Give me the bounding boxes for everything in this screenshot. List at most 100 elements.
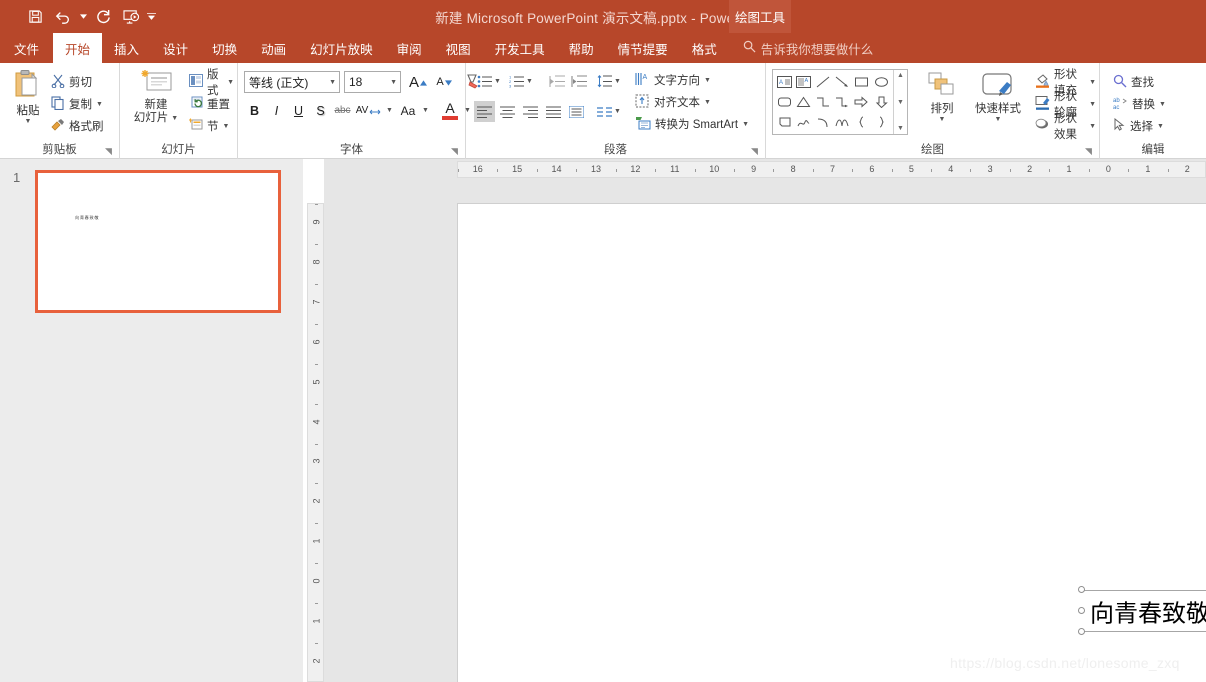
format-painter-button[interactable]: 格式刷 [48,115,107,137]
paste-dropdown-icon[interactable]: ▼ [25,118,32,125]
tab-help[interactable]: 帮助 [557,33,606,63]
tell-me-search[interactable]: 告诉我你想要做什么 [729,33,873,63]
shape-right-arrow-icon[interactable] [852,92,871,112]
quick-styles-dropdown-icon[interactable]: ▼ [995,116,1002,123]
horizontal-ruler[interactable]: 16 15 14 13 12 11 10 9 8 7 6 5 4 3 2 1 0 1 2 [457,161,1206,178]
align-right-button[interactable] [520,101,541,122]
shape-left-brace-icon[interactable] [852,112,871,132]
section-dropdown-icon[interactable]: ▼ [223,123,230,130]
new-slide-button[interactable]: 新建 幻灯片 ▼ [128,69,184,125]
shape-effects-button[interactable]: 形状效果 ▼ [1032,113,1099,141]
line-spacing-button[interactable] [594,71,616,92]
shape-elbow-arrow-icon[interactable] [833,92,852,112]
tab-view[interactable]: 视图 [434,33,483,63]
resize-handle-middle-left[interactable] [1078,607,1085,614]
arrange-dropdown-icon[interactable]: ▼ [939,116,946,123]
shape-folded-corner-icon[interactable] [775,112,794,132]
tab-review[interactable]: 审阅 [385,33,434,63]
shapes-gallery-scrollbar[interactable]: ▲ ▼ ▼ [893,70,907,134]
distribute-button[interactable] [566,101,587,122]
decrease-indent-button[interactable] [546,71,568,92]
bullets-dropdown-icon[interactable]: ▼ [494,78,501,85]
tab-file[interactable]: 文件 [0,33,53,63]
shape-oval-icon[interactable] [872,72,891,92]
paragraph-dialog-launcher-icon[interactable]: ◥ [751,146,761,156]
resize-handle-bottom-left[interactable] [1078,628,1085,635]
line-spacing-dropdown-icon[interactable]: ▼ [614,78,621,85]
text-direction-button[interactable]: A 文字方向 ▼ [632,69,714,91]
shape-fill-dropdown-icon[interactable]: ▼ [1089,79,1096,86]
font-size-dropdown-icon[interactable]: ▼ [390,79,397,86]
shape-curve-icon[interactable] [833,112,852,132]
italic-button[interactable]: I [266,100,287,121]
underline-button[interactable]: U [288,100,309,121]
align-left-button[interactable] [474,101,495,122]
selected-textbox[interactable]: 向青春致敬 [1078,586,1206,635]
text-direction-dropdown-icon[interactable]: ▼ [704,77,711,84]
replace-button[interactable]: ab ac 替换 ▼ [1110,93,1169,115]
save-icon[interactable] [22,5,48,29]
change-case-dropdown-icon[interactable]: ▼ [422,107,429,114]
bullets-button[interactable] [474,71,496,92]
replace-dropdown-icon[interactable]: ▼ [1159,101,1166,108]
layout-button[interactable]: 版式 ▼ [186,69,237,97]
shape-rounded-rectangle-icon[interactable] [775,92,794,112]
shape-arc-icon[interactable] [814,112,833,132]
shape-effects-dropdown-icon[interactable]: ▼ [1089,123,1096,130]
shape-outline-dropdown-icon[interactable]: ▼ [1089,101,1096,108]
tab-design[interactable]: 设计 [151,33,200,63]
find-button[interactable]: 查找 [1110,71,1157,93]
shape-triangle-icon[interactable] [794,92,813,112]
grow-font-button[interactable]: A [406,71,430,93]
font-name-dropdown-icon[interactable]: ▼ [329,79,336,86]
change-case-button[interactable]: Aa [396,100,420,121]
tab-animations[interactable]: 动画 [249,33,298,63]
copy-dropdown-icon[interactable]: ▼ [96,101,103,108]
columns-dropdown-icon[interactable]: ▼ [614,108,621,115]
shapes-scroll-up-icon[interactable]: ▲ [897,72,904,79]
tab-slideshow[interactable]: 幻灯片放映 [298,33,385,63]
start-slideshow-icon[interactable] [118,5,144,29]
pane-splitter[interactable] [303,159,305,682]
tab-insert[interactable]: 插入 [102,33,151,63]
shape-vertical-textbox-icon[interactable]: A [794,72,813,92]
paste-button[interactable]: 粘贴 ▼ [6,69,50,125]
shapes-scroll-down-icon[interactable]: ▼ [897,99,904,106]
character-spacing-dropdown-icon[interactable]: ▼ [386,107,393,114]
select-button[interactable]: 选择 ▼ [1110,115,1167,137]
numbering-button[interactable]: 123 [506,71,528,92]
customize-qat-icon[interactable] [146,5,156,29]
shape-rectangle-icon[interactable] [852,72,871,92]
font-color-button[interactable]: A [438,97,462,123]
character-spacing-button[interactable]: AV [354,100,384,121]
tab-transitions[interactable]: 切换 [200,33,249,63]
reset-button[interactable]: 重置 [186,93,233,115]
text-shadow-button[interactable]: S [310,100,331,121]
select-dropdown-icon[interactable]: ▼ [1157,123,1164,130]
shapes-gallery-more-icon[interactable]: ▼ [897,125,904,132]
slide-canvas-area[interactable]: 向青春致敬 [324,159,1206,682]
font-size-combo[interactable]: 18 ▼ [344,71,401,93]
section-button[interactable]: 节 ▼ [186,115,232,137]
undo-icon[interactable] [50,5,76,29]
increase-indent-button[interactable] [568,71,590,92]
shape-arrow-icon[interactable] [833,72,852,92]
clipboard-dialog-launcher-icon[interactable]: ◥ [105,146,115,156]
shrink-font-button[interactable]: A [432,71,456,93]
redo-icon[interactable] [90,5,116,29]
tab-developer[interactable]: 开发工具 [483,33,557,63]
undo-dropdown-icon[interactable] [78,5,88,29]
shape-textbox-icon[interactable]: A [775,72,794,92]
resize-handle-top-left[interactable] [1078,586,1085,593]
slide-thumbnail-1[interactable]: 向青春致敬 [35,170,281,313]
shape-right-brace-icon[interactable] [872,112,891,132]
tab-home[interactable]: 开始 [53,33,103,63]
new-slide-dropdown-icon[interactable]: ▼ [171,115,178,122]
vertical-ruler[interactable]: 9 8 7 6 5 4 3 2 1 0 1 2 [307,203,324,682]
shape-scribble-icon[interactable] [794,112,813,132]
align-text-button[interactable]: 对齐文本 ▼ [632,91,714,113]
shape-line-icon[interactable] [814,72,833,92]
align-text-dropdown-icon[interactable]: ▼ [704,99,711,106]
numbering-dropdown-icon[interactable]: ▼ [526,78,533,85]
columns-button[interactable] [594,101,615,122]
